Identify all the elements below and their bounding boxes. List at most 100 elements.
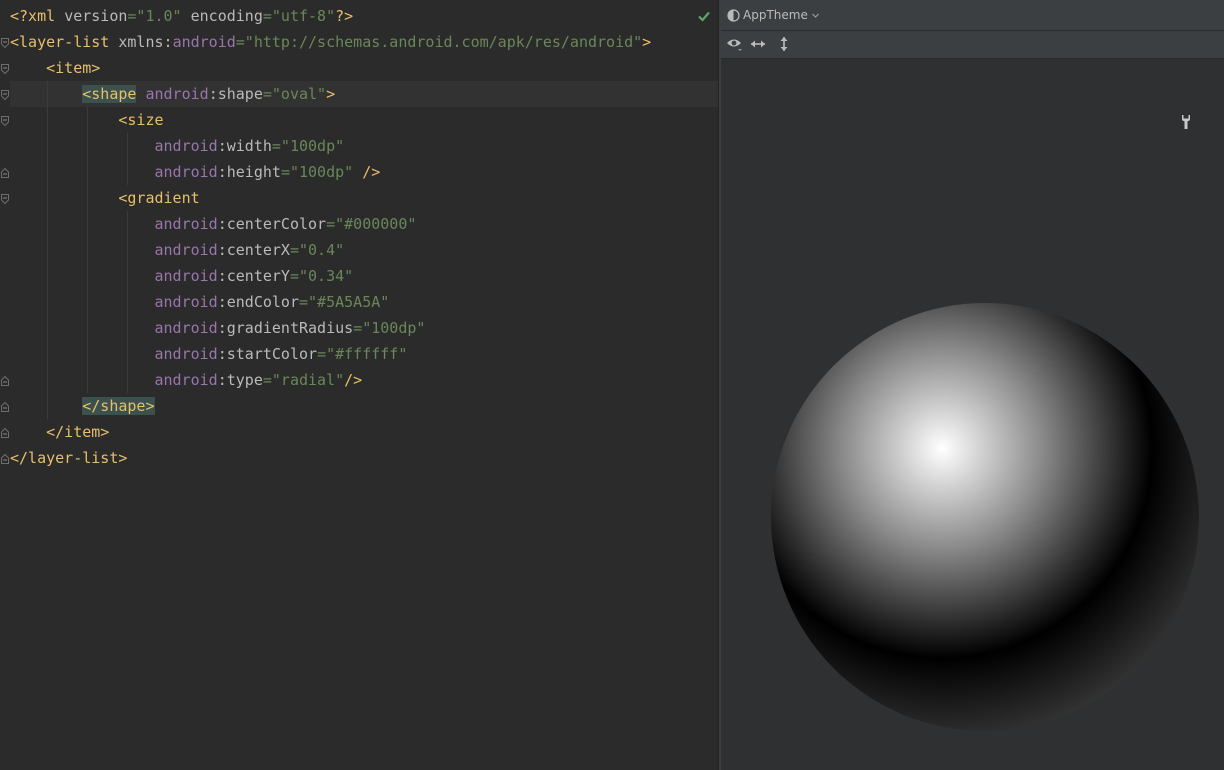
code-token: </layer-list> [10, 449, 128, 467]
code-line[interactable]: <size [10, 107, 164, 133]
code-token: android [154, 137, 218, 155]
code-token: android [172, 33, 236, 51]
code-token: android [145, 85, 209, 103]
code-token: :centerColor [217, 215, 327, 233]
code-token: android [154, 371, 218, 389]
code-line[interactable]: </item> [10, 419, 109, 445]
code-token: </item> [10, 423, 110, 441]
code-line[interactable]: android:gradientRadius="100dp" [10, 315, 426, 341]
code-token: /> [353, 163, 381, 181]
code-line[interactable]: </layer-list> [10, 445, 127, 471]
code-token: encoding [181, 7, 263, 25]
code-token: > [326, 85, 336, 103]
fold-marker-icon[interactable] [1, 64, 9, 74]
code-token: ="utf-8" [262, 7, 336, 25]
code-token: android [154, 345, 218, 363]
code-token: ="100dp" [280, 163, 354, 181]
code-token: ="#000000" [326, 215, 417, 233]
code-line[interactable]: android:centerY="0.34" [10, 263, 354, 289]
code-token: ="#5A5A5A" [299, 293, 390, 311]
code-line[interactable]: android:type="radial"/> [10, 367, 363, 393]
wrench-icon[interactable] [1180, 114, 1192, 130]
code-line[interactable]: android:height="100dp" /> [10, 159, 381, 185]
code-line[interactable]: <gradient [10, 185, 200, 211]
preview-secondary-toolbar [721, 31, 1224, 59]
code-token: android [154, 163, 218, 181]
preview-toolbar: AppTheme [721, 0, 1224, 31]
theme-label: AppTheme [743, 8, 808, 22]
code-token: <gradient [10, 189, 200, 207]
code-token: </shape> [82, 397, 155, 415]
code-editor[interactable]: <?xml version="1.0" encoding="utf-8"?> <l… [0, 0, 718, 770]
code-token: ="#ffffff" [317, 345, 408, 363]
fold-end-marker-icon[interactable] [1, 428, 9, 438]
chevron-down-icon [811, 13, 819, 18]
code-token: xmlns: [118, 33, 173, 51]
code-line[interactable]: android:width="100dp" [10, 133, 345, 159]
code-token: /> [344, 371, 363, 389]
code-token: ="100dp" [271, 137, 345, 155]
code-token: :height [217, 163, 281, 181]
fold-marker-icon[interactable] [1, 90, 9, 100]
fold-end-marker-icon[interactable] [1, 168, 9, 178]
resize-vertical-icon[interactable] [775, 36, 793, 52]
fold-end-marker-icon[interactable] [1, 402, 9, 412]
code-token: :centerY [217, 267, 290, 285]
code-token: ="1.0" [127, 7, 182, 25]
code-token: :type [217, 371, 263, 389]
code-token: <layer-list [10, 33, 119, 51]
code-token: android [154, 241, 218, 259]
code-token: :width [217, 137, 272, 155]
code-line[interactable]: <layer-list xmlns:android="http://schema… [10, 29, 651, 55]
code-token: :gradientRadius [217, 319, 354, 337]
code-token: :endColor [217, 293, 299, 311]
code-token: android [154, 267, 218, 285]
code-line[interactable]: <?xml version="1.0" encoding="utf-8"?> [10, 3, 353, 29]
fold-marker-icon[interactable] [1, 116, 9, 126]
code-token: ="0.34" [289, 267, 354, 285]
code-token: > [642, 33, 652, 51]
code-line[interactable]: </shape> [10, 393, 155, 419]
theme-selector-button[interactable]: AppTheme [727, 6, 820, 24]
code-token: ="0.4" [289, 241, 345, 259]
fold-end-marker-icon[interactable] [1, 376, 9, 386]
check-icon [697, 8, 711, 22]
code-token: :shape [208, 85, 263, 103]
code-line[interactable]: android:centerX="0.4" [10, 237, 345, 263]
code-line[interactable]: android:startColor="#ffffff" [10, 341, 408, 367]
code-token: <size [10, 111, 164, 129]
code-line[interactable]: android:endColor="#5A5A5A" [10, 289, 390, 315]
code-line[interactable]: <shape android:shape="oval"> [10, 81, 335, 107]
resize-horizontal-icon[interactable] [749, 36, 767, 52]
code-token: <shape [82, 85, 137, 103]
code-token: android [154, 293, 218, 311]
code-token: <?xml [10, 7, 65, 25]
fold-marker-icon[interactable] [1, 38, 9, 48]
eye-icon[interactable] [726, 36, 744, 52]
code-token: version [64, 7, 128, 25]
fold-end-marker-icon[interactable] [1, 454, 9, 464]
code-line[interactable]: <item> [10, 55, 100, 81]
code-token: ="oval" [262, 85, 327, 103]
code-token: ?> [335, 7, 354, 25]
code-token: ="radial" [262, 371, 345, 389]
code-token: :centerX [217, 241, 290, 259]
code-token: ="http://schemas.android.com/apk/res/and… [235, 33, 643, 51]
fold-marker-icon[interactable] [1, 194, 9, 204]
code-token: android [154, 215, 218, 233]
oval-shape-preview [771, 303, 1199, 731]
theme-icon [727, 8, 740, 22]
code-token: ="100dp" [353, 319, 426, 337]
code-line[interactable]: android:centerColor="#000000" [10, 211, 417, 237]
